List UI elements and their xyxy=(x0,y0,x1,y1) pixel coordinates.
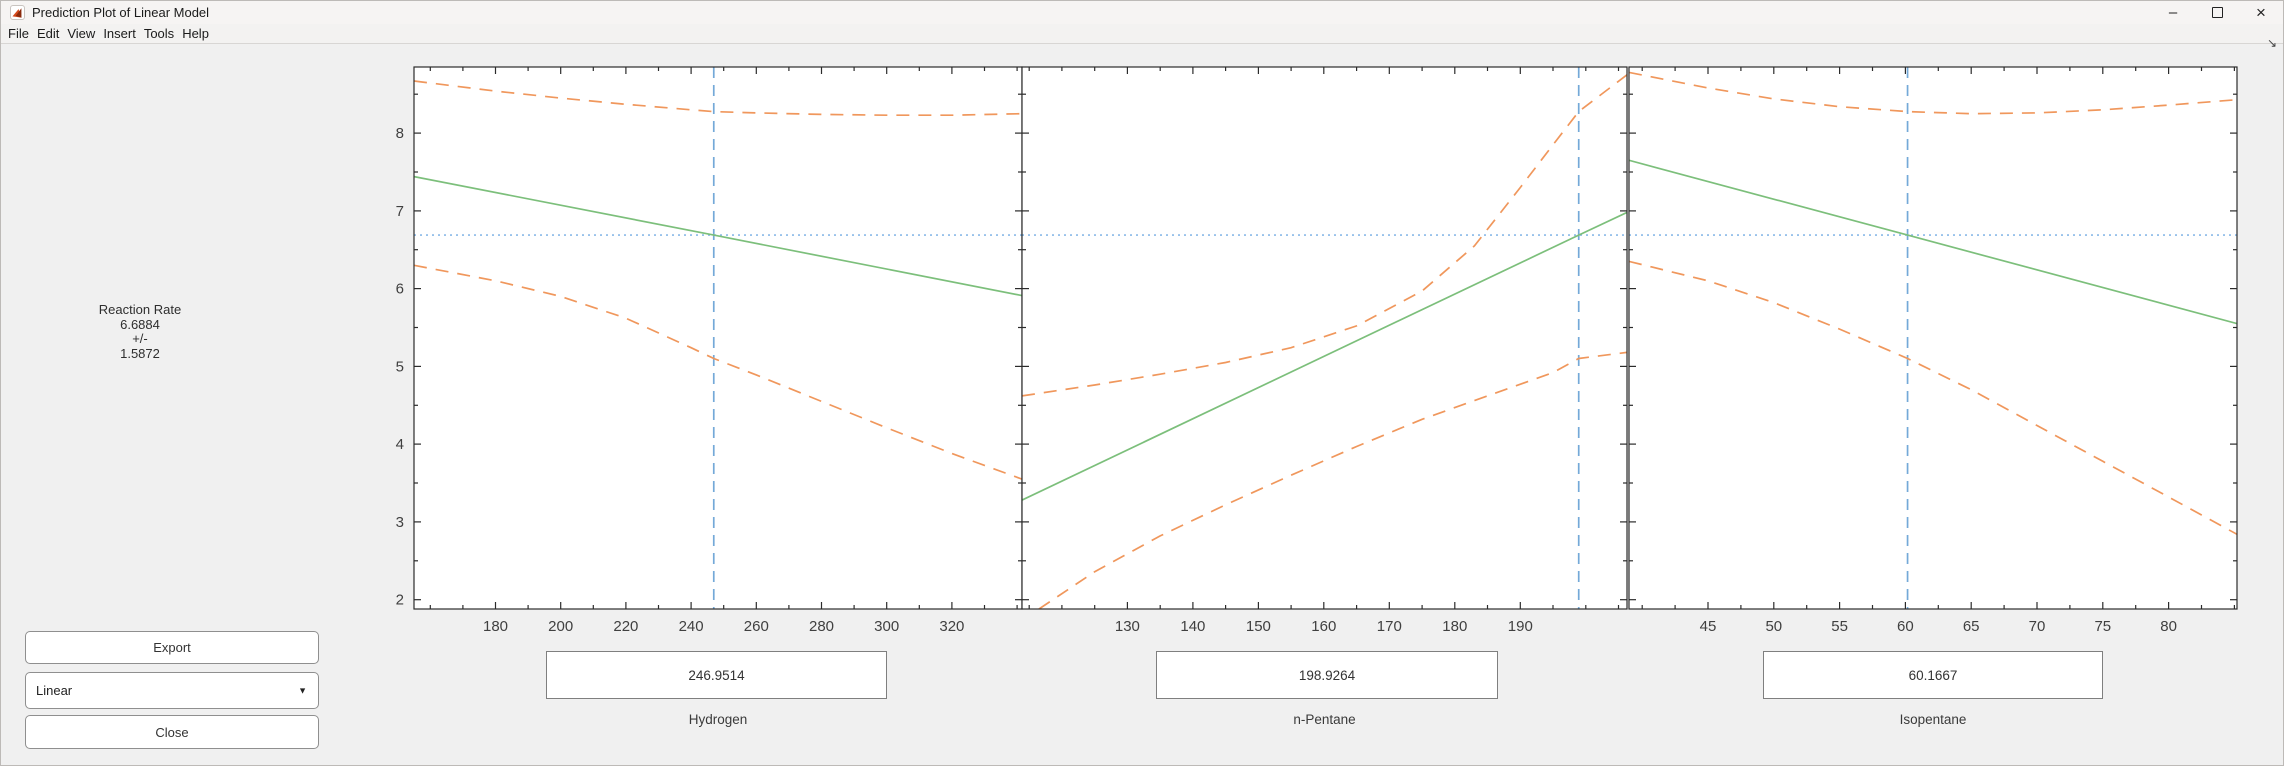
x-tick-label: 130 xyxy=(1115,618,1140,635)
x-tick-label: 160 xyxy=(1311,618,1336,635)
x-tick-label: 50 xyxy=(1765,618,1782,635)
isopentane-value-input[interactable] xyxy=(1763,651,2103,699)
y-tick-label: 2 xyxy=(396,592,404,609)
response-panel: Reaction Rate 6.6884 +/- 1.5872 xyxy=(40,302,240,361)
plus-minus-label: +/- xyxy=(132,331,148,346)
plot-area-hydrogen[interactable] xyxy=(414,67,1022,609)
x-tick-label: 240 xyxy=(679,618,704,635)
y-tick-label: 3 xyxy=(396,514,404,531)
y-tick-label: 8 xyxy=(396,125,404,142)
x-tick-label: 180 xyxy=(1442,618,1467,635)
x-tick-label: 320 xyxy=(939,618,964,635)
export-button[interactable]: Export xyxy=(25,631,319,664)
x-tick-label: 70 xyxy=(2029,618,2046,635)
isopentane-label: Isopentane xyxy=(1899,712,1967,727)
model-type-value: Linear xyxy=(36,683,73,698)
hydrogen-value-input[interactable] xyxy=(546,651,887,699)
x-tick-label: 190 xyxy=(1508,618,1533,635)
x-tick-label: 180 xyxy=(483,618,508,635)
close-button[interactable]: Close xyxy=(25,715,319,749)
x-tick-label: 170 xyxy=(1377,618,1402,635)
hydrogen-label: Hydrogen xyxy=(688,712,748,727)
x-tick-label: 200 xyxy=(548,618,573,635)
x-tick-label: 300 xyxy=(874,618,899,635)
x-tick-label: 75 xyxy=(2094,618,2111,635)
response-name: Reaction Rate xyxy=(98,302,182,317)
plot-area-isopentane[interactable] xyxy=(1629,67,2237,609)
plot-area-n-pentane[interactable] xyxy=(1022,67,1627,609)
y-tick-label: 4 xyxy=(396,436,404,453)
chevron-down-icon: ▼ xyxy=(298,685,307,696)
x-tick-label: 260 xyxy=(744,618,769,635)
y-tick-label: 6 xyxy=(396,281,404,298)
x-tick-label: 150 xyxy=(1246,618,1271,635)
x-tick-label: 45 xyxy=(1700,618,1717,635)
response-interval: 1.5872 xyxy=(120,345,160,361)
n-pentane-label: n-Pentane xyxy=(1293,712,1356,727)
x-tick-label: 55 xyxy=(1831,618,1848,635)
model-type-select[interactable]: Linear ▼ xyxy=(25,672,319,709)
response-value: 6.6884 xyxy=(120,316,160,332)
n-pentane-value-input[interactable] xyxy=(1156,651,1498,699)
x-tick-label: 220 xyxy=(613,618,638,635)
y-tick-label: 5 xyxy=(396,358,404,375)
x-tick-label: 140 xyxy=(1180,618,1205,635)
x-tick-label: 280 xyxy=(809,618,834,635)
x-tick-label: 80 xyxy=(2160,618,2177,635)
x-tick-label: 65 xyxy=(1963,618,1980,635)
app-window: Prediction Plot of Linear Model – × File… xyxy=(0,0,2284,766)
y-tick-label: 7 xyxy=(396,203,404,220)
x-tick-label: 60 xyxy=(1897,618,1914,635)
